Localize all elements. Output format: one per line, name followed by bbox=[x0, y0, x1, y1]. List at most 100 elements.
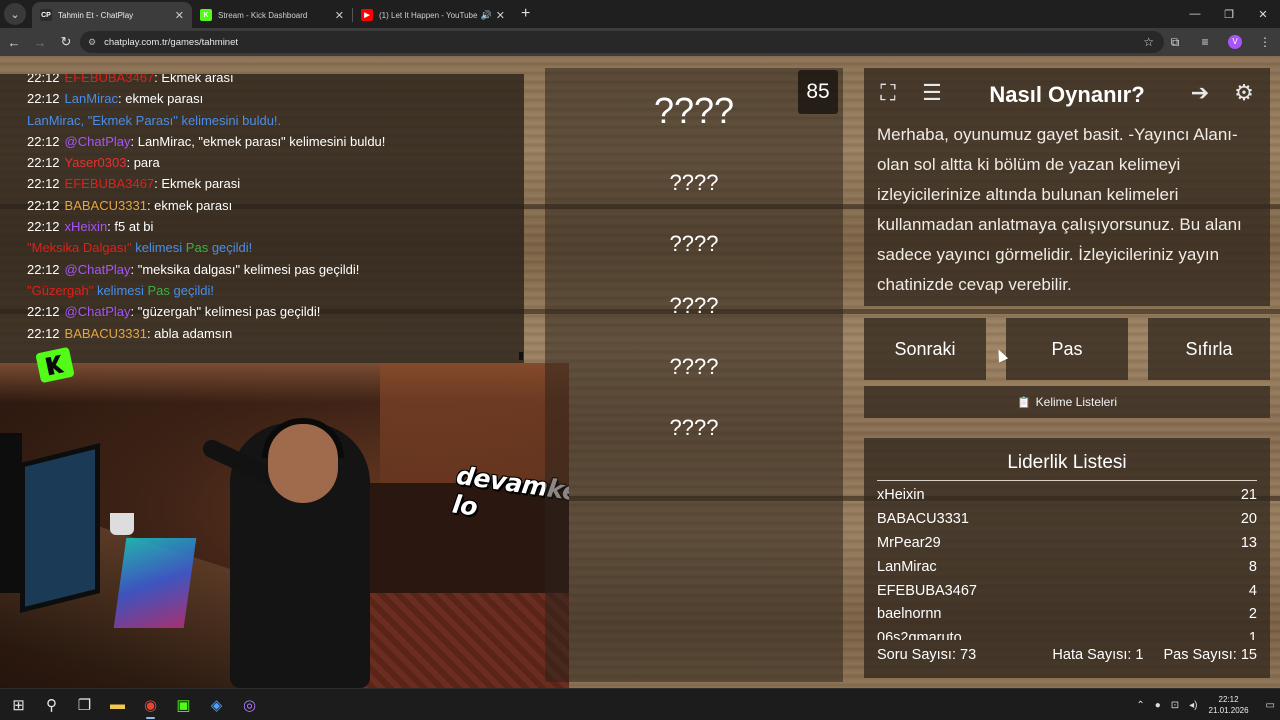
chat-text: : ekmek parası bbox=[146, 197, 233, 213]
new-tab-button[interactable]: + bbox=[521, 5, 530, 23]
word-lists-label: Kelime Listeleri bbox=[1035, 395, 1118, 409]
notifications-icon[interactable]: ▭ bbox=[1266, 700, 1275, 711]
leaderboard-list[interactable]: xHeixin 21 BABACU3331 20 MrPear29 13 LanMirac 8… bbox=[877, 484, 1257, 640]
kick-app-icon[interactable]: ▣ bbox=[167, 689, 200, 720]
next-button[interactable]: Sonraki bbox=[864, 318, 986, 380]
minimize-button[interactable]: — bbox=[1178, 0, 1212, 28]
start-button[interactable]: ⊞ bbox=[2, 689, 35, 720]
chat-scrollbar[interactable] bbox=[519, 352, 523, 360]
bookmark-star-icon[interactable]: ☆ bbox=[1143, 35, 1154, 49]
chat-message: "Güzergah" kelimesi Pas geçildi! bbox=[27, 280, 385, 301]
tab-title: Tahmin Et - ChatPlay bbox=[58, 10, 134, 20]
microphone-icon[interactable]: ● bbox=[1155, 700, 1161, 711]
chat-timestamp: 22:12 bbox=[27, 91, 60, 107]
leaderboard-row: baelnornn 2 bbox=[877, 603, 1257, 627]
chat-username[interactable]: xHeixin bbox=[65, 219, 108, 234]
chat-message: 22:12 xHeixin: f5 at bi bbox=[27, 216, 385, 237]
chat-text: : Ekmek arası bbox=[154, 74, 234, 85]
leaderboard-name: EFEBUBA3467 bbox=[877, 582, 977, 599]
toolbar-actions: ⧉ ≡ V ⋮ bbox=[1160, 28, 1280, 56]
forward-button[interactable]: → bbox=[28, 30, 52, 54]
clock-date: 21.01.2026 bbox=[1208, 706, 1249, 715]
pass-button[interactable]: Pas bbox=[1006, 318, 1128, 380]
taskbar-clock[interactable]: 22:12 21.01.2026 bbox=[1209, 694, 1249, 716]
leaderboard-panel: Liderlik Listesi xHeixin 21 BABACU3331 20 Mr… bbox=[864, 438, 1270, 678]
game-stats: Soru Sayısı: 73 Hata Sayısı: 1 Pas Sayıs… bbox=[877, 647, 1257, 663]
leaderboard-name: xHeixin bbox=[877, 487, 925, 503]
chat-message: 22:12 LanMirac: ekmek parası bbox=[27, 88, 385, 109]
chat-message: 22:12 BABACU3331: ekmek parası bbox=[27, 195, 385, 216]
settings-app-icon[interactable]: ◈ bbox=[200, 689, 233, 720]
back-button[interactable]: ← bbox=[2, 30, 26, 54]
webcam-monitor bbox=[20, 443, 100, 613]
leaderboard-row: EFEBUBA3467 4 bbox=[877, 580, 1257, 604]
close-window-button[interactable]: ✕ bbox=[1246, 0, 1280, 28]
tab-close-icon[interactable]: ✕ bbox=[335, 9, 344, 22]
chat-message: 22:12 Yaser0303: para bbox=[27, 152, 385, 173]
chat-text: : ekmek parası bbox=[118, 91, 204, 107]
chat-username[interactable]: "Meksika Dalgası" bbox=[27, 240, 132, 255]
chat-text: kelimesi Pas geçildi! bbox=[93, 282, 214, 298]
chat-username[interactable]: @ChatPlay bbox=[65, 262, 131, 277]
site-info-icon[interactable]: ⚙ bbox=[88, 37, 96, 48]
browser-menu-icon[interactable]: ⋮ bbox=[1250, 35, 1280, 49]
chat-username[interactable]: Yaser0303 bbox=[65, 155, 127, 170]
chat-username[interactable]: BABACU3331 bbox=[65, 326, 147, 341]
reset-button[interactable]: Sıfırla bbox=[1148, 318, 1270, 380]
chat-lines: 22:12 EFEBUBA3467: Ekmek arası 22:12 LanMir… bbox=[27, 74, 385, 344]
address-bar[interactable]: ⚙ chatplay.com.tr/games/tahminet ☆ bbox=[80, 31, 1164, 53]
chrome-icon[interactable]: ◉ bbox=[134, 689, 167, 720]
leaderboard-row: 06s2gmaruto 1 bbox=[877, 627, 1257, 640]
chat-message: LanMirac, "Ekmek Parası" kelimesini buld… bbox=[27, 110, 385, 131]
browser-tab[interactable]: K Stream - Kick Dashboard ✕ bbox=[192, 2, 352, 28]
restore-button[interactable]: ❐ bbox=[1212, 0, 1246, 28]
exit-icon[interactable]: ➔ bbox=[1184, 77, 1216, 109]
chat-text: : "meksika dalgası" kelimesi pas geçildi… bbox=[130, 261, 360, 277]
chat-timestamp: 22:12 bbox=[27, 219, 60, 235]
word-slot: ???? bbox=[669, 170, 719, 195]
tray-overflow-icon[interactable]: ⌃ bbox=[1136, 700, 1144, 711]
profile-avatar[interactable]: V bbox=[1228, 35, 1242, 49]
webcam-feed: devamke lo bbox=[0, 363, 569, 688]
word-lists-button[interactable]: 📋 Kelime Listeleri bbox=[864, 386, 1270, 418]
browser-tab[interactable]: CP Tahmin Et - ChatPlay ✕ bbox=[32, 2, 192, 28]
task-view-icon[interactable]: ❐ bbox=[68, 689, 101, 720]
chat-username[interactable]: @ChatPlay bbox=[65, 134, 131, 149]
chat-username[interactable]: @ChatPlay bbox=[65, 304, 131, 319]
chat-timestamp: 22:12 bbox=[27, 325, 60, 341]
network-icon[interactable]: ⊡ bbox=[1171, 700, 1179, 711]
error-count: Hata Sayısı: 1 bbox=[1052, 647, 1144, 663]
tab-search-button[interactable]: ⌄ bbox=[4, 3, 26, 25]
leaderboard-score: 20 bbox=[1240, 510, 1257, 527]
leaderboard-score: 21 bbox=[1240, 487, 1257, 503]
url-text: chatplay.com.tr/games/tahminet bbox=[104, 36, 239, 48]
chat-username[interactable]: EFEBUBA3467 bbox=[65, 74, 155, 85]
chat-username[interactable]: LanMirac bbox=[65, 91, 118, 106]
chat-username[interactable]: BABACU3331 bbox=[65, 198, 147, 213]
reload-button[interactable]: ↻ bbox=[54, 30, 78, 54]
tab-strip: CP Tahmin Et - ChatPlay ✕ K Stream - Kick Da… bbox=[32, 2, 513, 28]
extensions-icon[interactable]: ⧉ bbox=[1160, 35, 1190, 50]
tab-close-icon[interactable]: ✕ bbox=[175, 9, 184, 22]
chat-text: : f5 at bi bbox=[107, 219, 154, 235]
chat-username[interactable]: "Güzergah" bbox=[27, 283, 93, 298]
streaming-app-icon[interactable]: ◎ bbox=[233, 689, 266, 720]
file-explorer-icon[interactable]: ▬ bbox=[101, 689, 134, 720]
leaderboard-title: Liderlik Listesi bbox=[877, 452, 1257, 481]
chat-username[interactable]: EFEBUBA3467 bbox=[65, 176, 155, 191]
chat-timestamp: 22:12 bbox=[27, 261, 60, 277]
media-icon[interactable]: ≡ bbox=[1190, 35, 1220, 49]
gear-icon[interactable]: ⚙ bbox=[1228, 77, 1260, 109]
tab-close-icon[interactable]: ✕ bbox=[496, 9, 505, 22]
question-count: Soru Sayısı: 73 bbox=[877, 647, 977, 663]
tab-audio-icon[interactable]: 🔊 bbox=[481, 10, 492, 21]
browser-tab[interactable]: ▶ (1) Let It Happen - YouTube 🔊 ✕ bbox=[353, 2, 513, 28]
leaderboard-name: BABACU3331 bbox=[877, 510, 969, 527]
search-icon[interactable]: ⚲ bbox=[35, 689, 68, 720]
browser-toolbar: ← → ↻ ⚙ chatplay.com.tr/games/tahminet ☆… bbox=[0, 28, 1280, 56]
pass-word: Pas bbox=[185, 240, 209, 256]
chat-username[interactable]: LanMirac, "Ekmek Parası" kelimesini buld… bbox=[27, 113, 281, 128]
chat-timestamp: 22:12 bbox=[27, 304, 60, 320]
volume-icon[interactable]: ◂) bbox=[1189, 700, 1197, 711]
chat-text: : "güzergah" kelimesi pas geçildi! bbox=[130, 304, 321, 320]
